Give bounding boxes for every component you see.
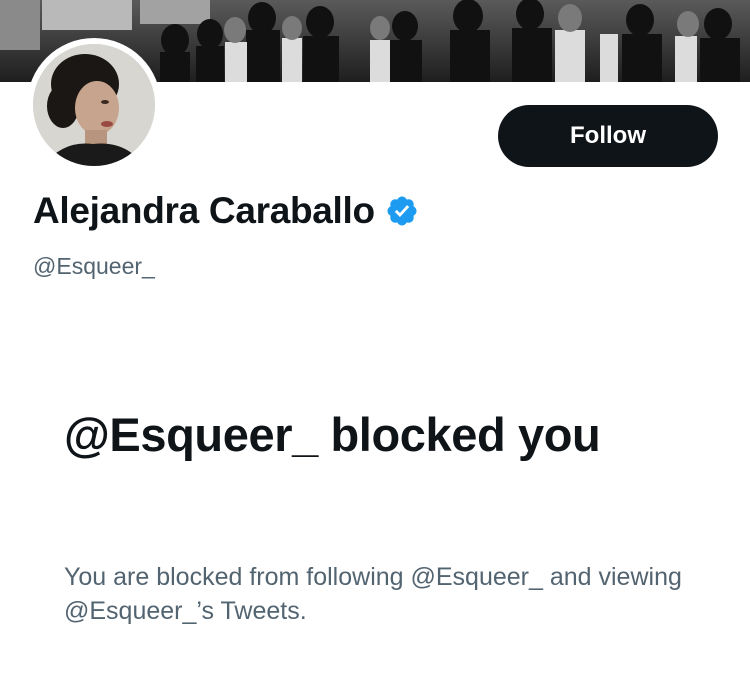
blocked-notice-title: @Esqueer_ blocked you (64, 408, 601, 461)
verified-checkmark-icon[interactable] (385, 194, 419, 228)
profile-display-name: Alejandra Caraballo (33, 190, 375, 231)
blocked-notice-description: You are blocked from following @Esqueer_… (64, 563, 682, 625)
avatar[interactable] (33, 44, 155, 166)
follow-button[interactable]: Follow (498, 105, 718, 167)
profile-handle: @Esqueer_ (33, 253, 155, 279)
name-row: Alejandra Caraballo (33, 190, 419, 232)
